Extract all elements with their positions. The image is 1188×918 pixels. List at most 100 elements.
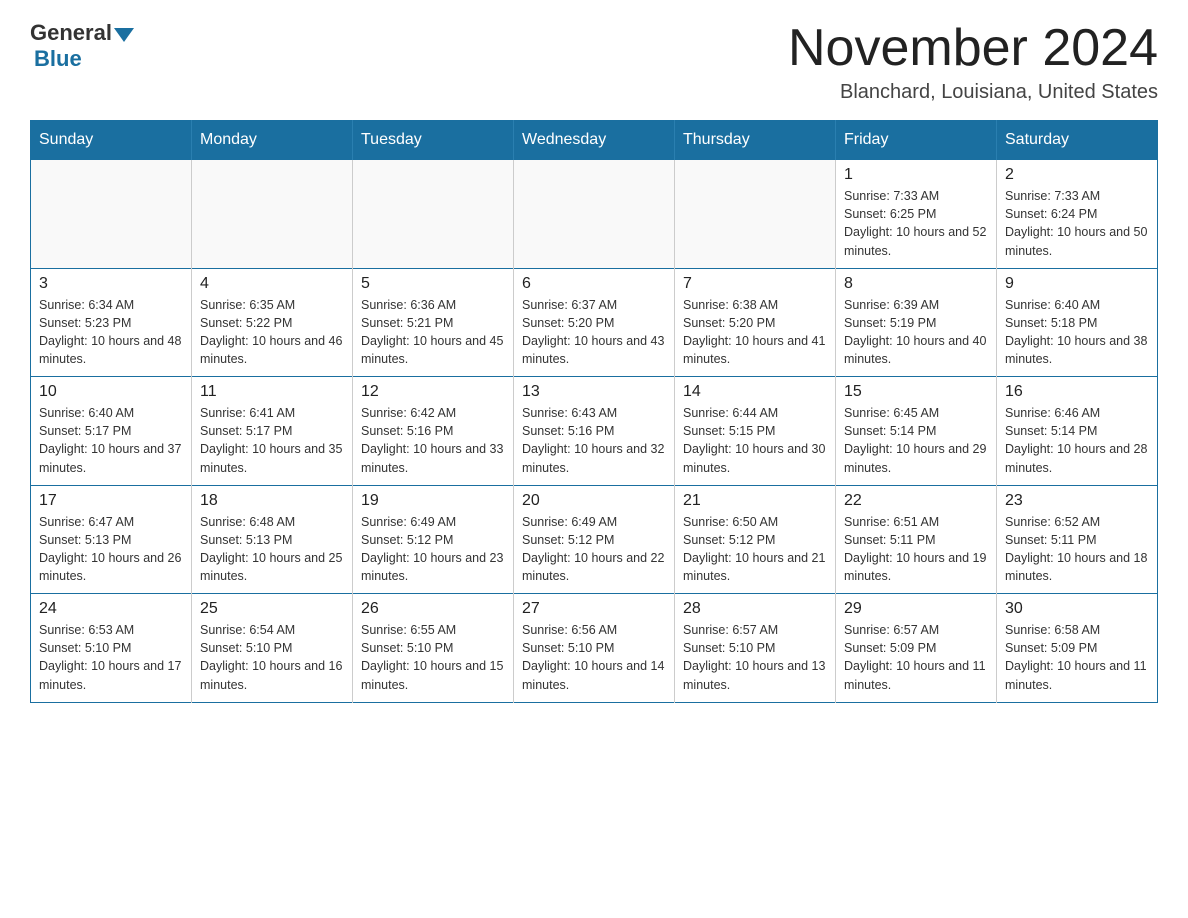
calendar-cell: 10Sunrise: 6:40 AMSunset: 5:17 PMDayligh… (31, 377, 192, 486)
header-saturday: Saturday (997, 121, 1158, 160)
header-wednesday: Wednesday (514, 121, 675, 160)
day-info: Sunrise: 6:49 AMSunset: 5:12 PMDaylight:… (522, 513, 666, 586)
day-number: 16 (1005, 383, 1149, 401)
day-number: 12 (361, 383, 505, 401)
day-info: Sunrise: 6:53 AMSunset: 5:10 PMDaylight:… (39, 621, 183, 694)
logo-arrow-icon (114, 28, 134, 42)
calendar-cell: 21Sunrise: 6:50 AMSunset: 5:12 PMDayligh… (675, 485, 836, 594)
header-thursday: Thursday (675, 121, 836, 160)
day-info: Sunrise: 6:56 AMSunset: 5:10 PMDaylight:… (522, 621, 666, 694)
day-info: Sunrise: 6:57 AMSunset: 5:10 PMDaylight:… (683, 621, 827, 694)
day-info: Sunrise: 6:51 AMSunset: 5:11 PMDaylight:… (844, 513, 988, 586)
calendar-cell: 3 Sunrise: 6:34 AMSunset: 5:23 PMDaylight… (31, 268, 192, 377)
day-number: 11 (200, 383, 344, 401)
day-number: 29 (844, 600, 988, 618)
header-friday: Friday (836, 121, 997, 160)
day-info: Sunrise: 6:36 AMSunset: 5:21 PMDaylight:… (361, 296, 505, 369)
calendar-cell: 19Sunrise: 6:49 AMSunset: 5:12 PMDayligh… (353, 485, 514, 594)
logo-blue-label: Blue (34, 46, 82, 71)
day-info: Sunrise: 6:42 AMSunset: 5:16 PMDaylight:… (361, 404, 505, 477)
calendar-cell (675, 160, 836, 269)
day-number: 6 (522, 275, 666, 293)
calendar-cell: 20 Sunrise: 6:49 AMSunset: 5:12 PMDayligh… (514, 485, 675, 594)
calendar-cell: 11 Sunrise: 6:41 AMSunset: 5:17 PMDayligh… (192, 377, 353, 486)
day-number: 23 (1005, 492, 1149, 510)
day-number: 18 (200, 492, 344, 510)
day-info: Sunrise: 6:47 AMSunset: 5:13 PMDaylight:… (39, 513, 183, 586)
calendar-cell: 4 Sunrise: 6:35 AMSunset: 5:22 PMDaylight… (192, 268, 353, 377)
day-info: Sunrise: 6:35 AMSunset: 5:22 PMDaylight:… (200, 296, 344, 369)
calendar-cell: 6 Sunrise: 6:37 AMSunset: 5:20 PMDaylight… (514, 268, 675, 377)
calendar-cell: 12 Sunrise: 6:42 AMSunset: 5:16 PMDayligh… (353, 377, 514, 486)
calendar-cell: 26 Sunrise: 6:55 AMSunset: 5:10 PMDayligh… (353, 594, 514, 703)
day-info: Sunrise: 6:58 AMSunset: 5:09 PMDaylight:… (1005, 621, 1149, 694)
logo-general-text: General (30, 20, 112, 46)
week-row-2: 10Sunrise: 6:40 AMSunset: 5:17 PMDayligh… (31, 377, 1158, 486)
day-info: Sunrise: 7:33 AMSunset: 6:24 PMDaylight:… (1005, 187, 1149, 260)
day-number: 1 (844, 166, 988, 184)
day-number: 10 (39, 383, 183, 401)
day-info: Sunrise: 6:38 AMSunset: 5:20 PMDaylight:… (683, 296, 827, 369)
calendar-cell: 25 Sunrise: 6:54 AMSunset: 5:10 PMDayligh… (192, 594, 353, 703)
day-number: 24 (39, 600, 183, 618)
calendar-cell: 22 Sunrise: 6:51 AMSunset: 5:11 PMDayligh… (836, 485, 997, 594)
day-number: 30 (1005, 600, 1149, 618)
calendar-cell: 28Sunrise: 6:57 AMSunset: 5:10 PMDayligh… (675, 594, 836, 703)
week-row-3: 17 Sunrise: 6:47 AMSunset: 5:13 PMDayligh… (31, 485, 1158, 594)
day-info: Sunrise: 6:52 AMSunset: 5:11 PMDaylight:… (1005, 513, 1149, 586)
day-number: 14 (683, 383, 827, 401)
calendar-cell: 13 Sunrise: 6:43 AMSunset: 5:16 PMDayligh… (514, 377, 675, 486)
day-number: 27 (522, 600, 666, 618)
day-number: 3 (39, 275, 183, 293)
calendar-cell: 14 Sunrise: 6:44 AMSunset: 5:15 PMDayligh… (675, 377, 836, 486)
day-number: 26 (361, 600, 505, 618)
day-number: 21 (683, 492, 827, 510)
day-info: Sunrise: 6:34 AMSunset: 5:23 PMDaylight:… (39, 296, 183, 369)
logo-blue-text: Blue (32, 46, 82, 72)
calendar-cell: 18 Sunrise: 6:48 AMSunset: 5:13 PMDayligh… (192, 485, 353, 594)
day-info: Sunrise: 6:41 AMSunset: 5:17 PMDaylight:… (200, 404, 344, 477)
week-row-4: 24 Sunrise: 6:53 AMSunset: 5:10 PMDayligh… (31, 594, 1158, 703)
day-number: 7 (683, 275, 827, 293)
day-number: 4 (200, 275, 344, 293)
calendar-table: SundayMondayTuesdayWednesdayThursdayFrid… (30, 120, 1158, 703)
day-number: 17 (39, 492, 183, 510)
calendar-subtitle: Blanchard, Louisiana, United States (788, 81, 1158, 104)
day-number: 5 (361, 275, 505, 293)
calendar-cell: 9Sunrise: 6:40 AMSunset: 5:18 PMDaylight… (997, 268, 1158, 377)
header-sunday: Sunday (31, 121, 192, 160)
day-number: 13 (522, 383, 666, 401)
day-info: Sunrise: 6:54 AMSunset: 5:10 PMDaylight:… (200, 621, 344, 694)
day-number: 15 (844, 383, 988, 401)
week-row-1: 3 Sunrise: 6:34 AMSunset: 5:23 PMDaylight… (31, 268, 1158, 377)
calendar-cell (514, 160, 675, 269)
calendar-cell: 23 Sunrise: 6:52 AMSunset: 5:11 PMDayligh… (997, 485, 1158, 594)
day-info: Sunrise: 6:57 AMSunset: 5:09 PMDaylight:… (844, 621, 988, 694)
calendar-cell: 1Sunrise: 7:33 AMSunset: 6:25 PMDaylight… (836, 160, 997, 269)
day-number: 22 (844, 492, 988, 510)
calendar-cell: 16Sunrise: 6:46 AMSunset: 5:14 PMDayligh… (997, 377, 1158, 486)
calendar-cell: 7 Sunrise: 6:38 AMSunset: 5:20 PMDaylight… (675, 268, 836, 377)
day-info: Sunrise: 6:37 AMSunset: 5:20 PMDaylight:… (522, 296, 666, 369)
calendar-cell: 24 Sunrise: 6:53 AMSunset: 5:10 PMDayligh… (31, 594, 192, 703)
calendar-title: November 2024 (788, 20, 1158, 77)
calendar-cell: 5 Sunrise: 6:36 AMSunset: 5:21 PMDaylight… (353, 268, 514, 377)
day-info: Sunrise: 6:55 AMSunset: 5:10 PMDaylight:… (361, 621, 505, 694)
calendar-cell (353, 160, 514, 269)
day-info: Sunrise: 6:44 AMSunset: 5:15 PMDaylight:… (683, 404, 827, 477)
day-info: Sunrise: 6:43 AMSunset: 5:16 PMDaylight:… (522, 404, 666, 477)
week-row-0: 1Sunrise: 7:33 AMSunset: 6:25 PMDaylight… (31, 160, 1158, 269)
day-info: Sunrise: 6:48 AMSunset: 5:13 PMDaylight:… (200, 513, 344, 586)
calendar-cell: 30 Sunrise: 6:58 AMSunset: 5:09 PMDayligh… (997, 594, 1158, 703)
page-header: General Blue November 2024 Blanchard, Lo… (30, 20, 1158, 104)
calendar-cell (192, 160, 353, 269)
calendar-cell: 29 Sunrise: 6:57 AMSunset: 5:09 PMDayligh… (836, 594, 997, 703)
day-info: Sunrise: 6:45 AMSunset: 5:14 PMDaylight:… (844, 404, 988, 477)
day-number: 20 (522, 492, 666, 510)
day-number: 25 (200, 600, 344, 618)
header-monday: Monday (192, 121, 353, 160)
day-info: Sunrise: 6:49 AMSunset: 5:12 PMDaylight:… (361, 513, 505, 586)
calendar-cell: 27 Sunrise: 6:56 AMSunset: 5:10 PMDayligh… (514, 594, 675, 703)
calendar-cell: 2Sunrise: 7:33 AMSunset: 6:24 PMDaylight… (997, 160, 1158, 269)
calendar-cell: 8Sunrise: 6:39 AMSunset: 5:19 PMDaylight… (836, 268, 997, 377)
